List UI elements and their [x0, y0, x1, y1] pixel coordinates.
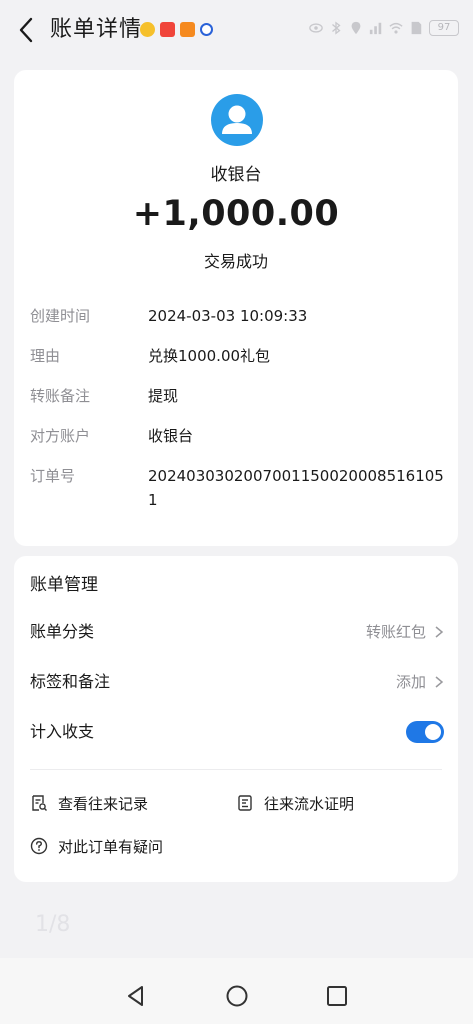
wifi-icon	[389, 22, 403, 34]
order-question-link[interactable]: 对此订单有疑问	[30, 834, 163, 858]
flow-proof-link[interactable]: 往来流水证明	[236, 791, 354, 815]
income-label: 计入收支	[30, 722, 95, 741]
include-income-row: 计入收支	[30, 718, 444, 746]
user-avatar-icon	[222, 105, 252, 134]
detail-value: 提现	[148, 387, 179, 405]
detail-label: 理由	[30, 347, 61, 365]
detail-label: 创建时间	[30, 307, 91, 325]
bluetooth-icon	[332, 21, 341, 35]
back-button[interactable]	[12, 14, 40, 46]
divider	[30, 769, 442, 770]
order-number-value[interactable]: 2024030302007001150020008516105 1	[148, 464, 450, 512]
signal-icon	[369, 22, 382, 35]
chevron-right-icon	[435, 676, 444, 688]
category-label: 账单分类	[30, 622, 95, 641]
bill-detail-page: 账单详情 97 收银台 +1,000.00 交易成功 创建时间 2024-03-…	[0, 0, 473, 1024]
tags-label: 标签和备注	[30, 672, 111, 691]
tags-value: 添加	[395, 673, 426, 691]
app-notification-icon	[160, 22, 175, 37]
page-indicator: 1/8	[35, 912, 71, 937]
record-search-icon	[32, 795, 47, 811]
chevron-left-icon	[19, 17, 33, 43]
view-history-link[interactable]: 查看往来记录	[30, 791, 148, 815]
system-status-icons: 97	[309, 20, 459, 36]
document-icon	[238, 795, 252, 811]
weibo-icon	[140, 22, 155, 37]
flow-proof-label: 往来流水证明	[264, 794, 355, 813]
category-value: 转账红包	[365, 623, 426, 641]
detail-value: 2024-03-03 10:09:33	[148, 307, 308, 325]
system-navigation-bar	[0, 958, 473, 1024]
detail-value: 收银台	[148, 427, 194, 445]
detail-value: 兑换1000.00礼包	[148, 347, 271, 365]
tags-notes-row[interactable]: 标签和备注 添加	[30, 668, 444, 696]
chevron-right-icon	[435, 626, 444, 638]
toggle-knob	[425, 724, 441, 740]
detail-label: 订单号	[30, 467, 76, 485]
nav-recents-square-icon[interactable]	[325, 984, 349, 1008]
detail-label: 转账备注	[30, 387, 91, 405]
page-title: 账单详情	[50, 17, 143, 42]
sim-icon	[411, 21, 422, 35]
bill-category-row[interactable]: 账单分类 转账红包	[30, 618, 444, 646]
eye-icon	[309, 23, 323, 33]
view-history-label: 查看往来记录	[58, 794, 149, 813]
detail-label: 对方账户	[30, 427, 91, 445]
title-bar: 账单详情 97	[0, 0, 473, 62]
transaction-amount: +1,000.00	[132, 194, 340, 234]
question-circle-icon	[30, 837, 48, 855]
notification-icons	[140, 22, 213, 37]
transaction-status: 交易成功	[203, 252, 268, 271]
order-question-label: 对此订单有疑问	[58, 837, 164, 856]
bill-management-card: 账单管理 账单分类 转账红包 标签和备注 添加 计入收支 查看往来记录 往来流水…	[14, 556, 458, 882]
transaction-detail-card: 收银台 +1,000.00 交易成功 创建时间 2024-03-03 10:09…	[14, 70, 458, 546]
merchant-avatar	[211, 94, 263, 146]
merchant-name: 收银台	[210, 165, 262, 185]
include-income-toggle[interactable]	[406, 721, 444, 743]
message-app-icon	[200, 23, 213, 36]
location-icon	[351, 21, 361, 35]
management-title: 账单管理	[30, 575, 98, 595]
detail-row-order-number: 订单号 2024030302007001150020008516105 1	[30, 464, 450, 514]
nav-back-triangle-icon[interactable]	[124, 984, 148, 1008]
nav-home-circle-icon[interactable]	[225, 984, 249, 1008]
battery-icon: 97	[429, 20, 459, 36]
video-app-icon	[180, 22, 195, 37]
